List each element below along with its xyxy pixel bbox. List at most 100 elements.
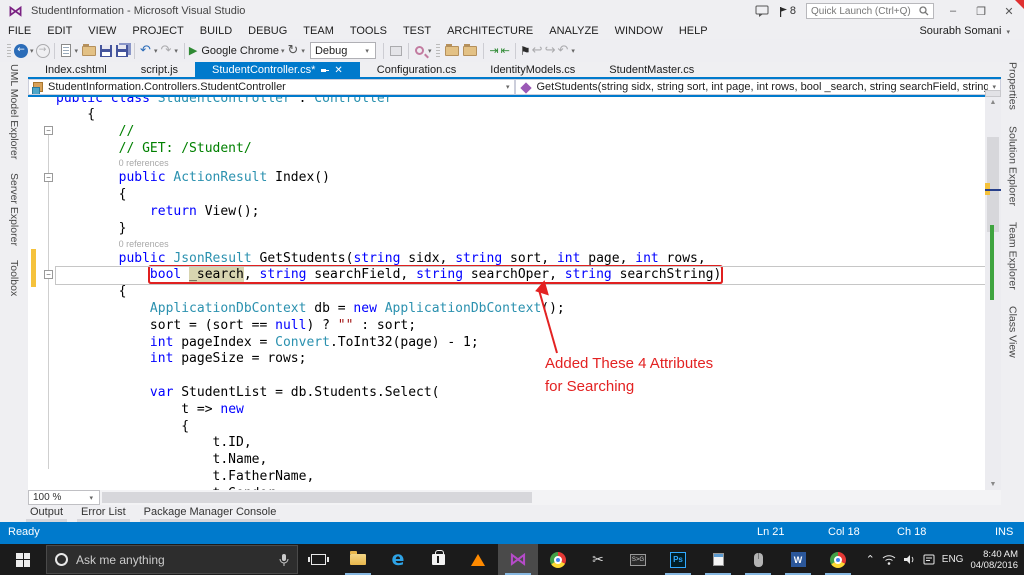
back-dropdown-icon[interactable]: ▾ — [30, 47, 34, 55]
debug-target-label[interactable]: Google Chrome — [201, 45, 279, 57]
taskbar-screen-to-gif[interactable]: S>G — [618, 544, 658, 575]
navigate-forward-code-icon[interactable]: ⇥ — [489, 44, 498, 57]
redo-dropdown-icon[interactable]: ▾ — [174, 47, 178, 55]
menu-test[interactable]: TEST — [395, 25, 439, 37]
menu-view[interactable]: VIEW — [80, 25, 124, 37]
refresh-icon[interactable]: ↻ — [288, 43, 299, 58]
zoom-select[interactable]: 100 % ▾ — [28, 490, 100, 505]
taskbar-word[interactable]: W — [778, 544, 818, 575]
tab-identitymodels-cs[interactable]: IdentityModels.cs — [473, 62, 592, 77]
toolbar-grip[interactable] — [436, 43, 441, 58]
code-lines[interactable]: public class StudentController : Control… — [28, 97, 985, 490]
quick-launch-input[interactable]: Quick Launch (Ctrl+Q) — [806, 3, 934, 19]
panel-tab-team-explorer[interactable]: Team Explorer — [1007, 222, 1019, 290]
undo-dropdown-icon[interactable]: ▾ — [154, 47, 158, 55]
prev-bookmark-icon[interactable]: ↩ — [532, 43, 543, 58]
taskbar-mouse-settings[interactable] — [738, 544, 778, 575]
open-file-button[interactable] — [82, 43, 97, 56]
tab-index-cshtml[interactable]: Index.cshtml — [28, 62, 124, 77]
tab-script-js[interactable]: script.js — [124, 62, 195, 77]
taskbar-chrome-2[interactable] — [818, 544, 858, 575]
panel-tab-server-explorer[interactable]: Server Explorer — [8, 173, 20, 246]
refresh-dropdown-icon[interactable]: ▾ — [301, 47, 305, 55]
tab-configuration-cs[interactable]: Configuration.cs — [360, 62, 474, 77]
signed-in-user[interactable]: Sourabh Somani ▾ — [919, 25, 1024, 37]
debug-target-dropdown-icon[interactable]: ▾ — [281, 47, 285, 55]
tab-studentcontroller-cs[interactable]: StudentController.cs* ✕ — [195, 62, 360, 77]
menu-debug[interactable]: DEBUG — [240, 25, 295, 37]
type-dropdown[interactable]: StudentInformation.Controllers.StudentCo… — [28, 79, 515, 95]
taskbar-store[interactable] — [418, 544, 458, 575]
panel-tab-properties[interactable]: Properties — [1007, 62, 1019, 110]
save-button[interactable] — [100, 44, 113, 57]
scroll-down-icon[interactable]: ▼ — [985, 481, 1001, 488]
menu-project[interactable]: PROJECT — [124, 25, 191, 37]
menu-help[interactable]: HELP — [671, 25, 716, 37]
action-center-icon[interactable] — [923, 554, 935, 565]
volume-icon[interactable] — [903, 554, 916, 565]
find-dropdown-icon[interactable]: ▾ — [428, 47, 432, 55]
language-indicator[interactable]: ENG — [942, 554, 964, 565]
taskbar-notepad[interactable] — [698, 544, 738, 575]
pin-tab-icon[interactable] — [320, 66, 330, 75]
restore-button[interactable]: ❐ — [972, 5, 990, 18]
menu-build[interactable]: BUILD — [192, 25, 240, 37]
panel-tab-uml-model-explorer[interactable]: UML Model Explorer — [8, 64, 20, 159]
new-folder-icon[interactable] — [445, 43, 460, 56]
navigate-forward-button[interactable]: → — [35, 43, 50, 58]
scroll-up-icon[interactable]: ▲ — [985, 99, 1001, 106]
attach-process-icon[interactable] — [389, 45, 402, 56]
taskbar-visual-studio[interactable]: ⋈ — [498, 544, 538, 575]
wifi-icon[interactable] — [882, 554, 896, 565]
hidden-icons-chevron[interactable]: ⌃ — [866, 553, 875, 566]
vertical-scrollbar[interactable]: ▲ ▼ — [985, 97, 1001, 490]
navigate-backward-code-icon[interactable]: ⇤ — [501, 44, 510, 57]
taskbar-file-explorer[interactable] — [338, 544, 378, 575]
bookmark-icon[interactable]: ⚑ — [520, 44, 531, 58]
panel-tab-output[interactable]: Output — [25, 505, 68, 524]
start-debug-icon[interactable]: ▶ — [189, 44, 197, 57]
code-editor[interactable]: − − − public class StudentController : C… — [28, 97, 985, 490]
configuration-select[interactable]: Debug ▾ — [309, 42, 376, 59]
menu-analyze[interactable]: ANALYZE — [541, 25, 606, 37]
taskbar-clock[interactable]: 8:40 AM 04/08/2016 — [970, 549, 1018, 571]
save-all-button[interactable] — [116, 44, 129, 57]
tab-studentmaster-cs[interactable]: StudentMaster.cs — [592, 62, 711, 77]
menu-architecture[interactable]: ARCHITECTURE — [439, 25, 541, 37]
member-dropdown[interactable]: GetStudents(string sidx, string sort, in… — [514, 79, 1001, 95]
taskbar-edge[interactable]: e — [378, 544, 418, 575]
add-folder-icon[interactable] — [463, 43, 478, 56]
clear-bookmarks-icon[interactable]: ↶ — [557, 43, 568, 58]
navigate-back-button[interactable]: ← — [14, 43, 28, 58]
menu-tools[interactable]: TOOLS — [342, 25, 395, 37]
redo-button[interactable]: ↷ — [160, 43, 171, 58]
toolbar-grip[interactable] — [7, 43, 11, 58]
new-file-button[interactable] — [60, 44, 71, 57]
notifications-flag-icon[interactable]: 8 — [779, 5, 796, 17]
panel-tab-error-list[interactable]: Error List — [77, 505, 130, 524]
undo-button[interactable]: ↶ — [140, 43, 151, 58]
panel-tab-package-manager-console[interactable]: Package Manager Console — [139, 505, 281, 524]
menu-team[interactable]: TEAM — [295, 25, 342, 37]
horizontal-scrollbar[interactable] — [100, 490, 1001, 505]
menu-edit[interactable]: EDIT — [39, 25, 80, 37]
start-button[interactable] — [0, 544, 46, 575]
editor-splitter-handle[interactable] — [985, 90, 1001, 97]
new-file-dropdown-icon[interactable]: ▾ — [75, 47, 79, 55]
panel-tab-toolbox[interactable]: Toolbox — [8, 260, 20, 296]
taskbar-vlc[interactable] — [458, 544, 498, 575]
feedback-icon[interactable] — [755, 5, 769, 17]
panel-tab-solution-explorer[interactable]: Solution Explorer — [1007, 126, 1019, 206]
menu-file[interactable]: FILE — [0, 25, 39, 37]
taskbar-snipping-tool[interactable]: ✂ — [578, 544, 618, 575]
panel-tab-class-view[interactable]: Class View — [1007, 306, 1019, 358]
menu-window[interactable]: WINDOW — [607, 25, 671, 37]
close-tab-icon[interactable]: ✕ — [334, 65, 342, 76]
microphone-icon[interactable] — [279, 553, 289, 567]
scrollbar-thumb[interactable] — [102, 492, 532, 503]
cortana-search-input[interactable]: Ask me anything — [46, 545, 298, 574]
minimize-button[interactable]: – — [944, 5, 962, 17]
taskbar-chrome[interactable] — [538, 544, 578, 575]
toolbar-overflow-icon[interactable]: ▾ — [571, 47, 575, 55]
task-view-button[interactable] — [298, 544, 338, 575]
